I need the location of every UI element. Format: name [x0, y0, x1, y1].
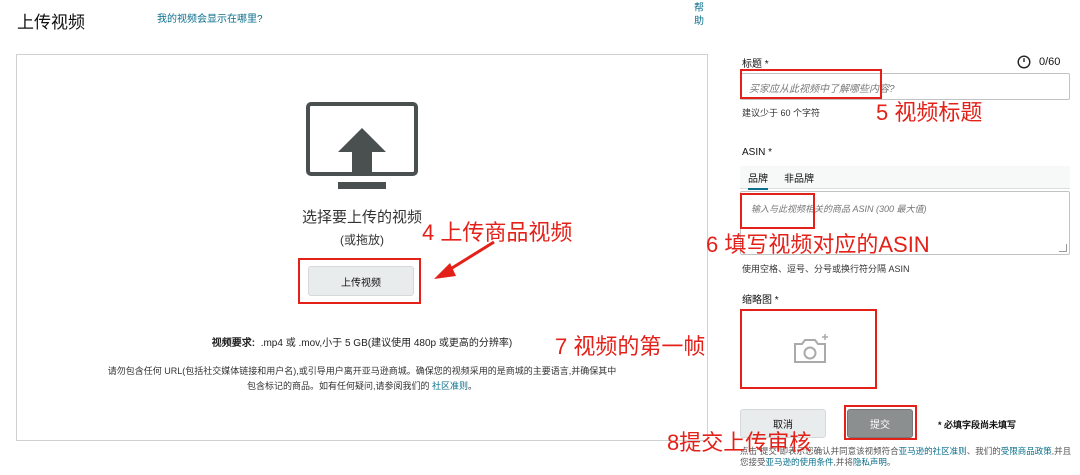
annotation-step-7: 7 视频的第一帧: [555, 334, 706, 359]
title-label: 标题 *: [742, 59, 769, 70]
choose-video-text: 选择要上传的视频: [301, 209, 422, 226]
annotation-box-submit: [844, 405, 917, 440]
required-fields-note: * 必填字段尚未填写: [938, 420, 1017, 430]
drag-drop-text: (或拖放): [340, 233, 384, 247]
restricted-products-link[interactable]: 受限商品政策: [1001, 446, 1052, 456]
annotation-step-4: 4 上传商品视频: [422, 220, 573, 245]
notice-end: 。: [468, 381, 478, 391]
annotation-step-5: 5 视频标题: [876, 100, 983, 125]
annotation-box-asin: [740, 193, 815, 229]
content-notice: 请勿包含任何 URL(包括社交媒体链接和用户名),或引导用户离开亚马逊商城。确保…: [107, 364, 617, 394]
resize-handle-icon[interactable]: [1059, 244, 1067, 252]
video-dropzone[interactable]: 选择要上传的视频 (或拖放) 上传视频 视频要求: .mp4 或 .mov,小于…: [16, 54, 708, 441]
requirements-label: 视频要求:: [211, 338, 256, 349]
tab-non-brand[interactable]: 非品牌: [784, 170, 814, 185]
annotation-box-thumbnail: [740, 309, 877, 389]
privacy-notice-link[interactable]: 隐私声明: [853, 457, 887, 467]
asin-hint: 使用空格、逗号、分号或换行符分隔 ASIN: [742, 264, 910, 274]
upload-video-page: 上传视频 我的视频会显示在哪里? 帮助 选择要上传的视频 (或拖放) 上传视频 …: [0, 0, 1080, 475]
community-guidelines-terms-link[interactable]: 亚马逊的社区准则: [899, 446, 967, 456]
annotation-step-8: 8提交上传审核: [667, 430, 812, 455]
annotation-box-title: [740, 69, 882, 99]
notice-text: 请勿包含任何 URL(包括社交媒体链接和用户名),或引导用户离开亚马逊商城。确保…: [107, 366, 617, 391]
requirements-text: .mp4 或 .mov,小于 5 GB(建议使用 480p 或更高的分辨率): [260, 338, 513, 349]
title-hint: 建议少于 60 个字符: [742, 108, 821, 118]
timer-icon: [1017, 55, 1031, 69]
community-guidelines-link[interactable]: 社区准则: [432, 381, 468, 391]
monitor-upload-icon: [306, 102, 418, 189]
thumbnail-label: 缩略图 *: [742, 295, 779, 306]
annotation-step-6: 6 填写视频对应的ASIN: [706, 232, 930, 257]
title-counter: 0/60: [1017, 55, 1060, 69]
tab-brand[interactable]: 品牌: [748, 170, 768, 190]
terms-text-5: 。: [886, 457, 896, 467]
terms-text-4: ,并将: [833, 457, 853, 467]
title-char-count: 0/60: [1039, 56, 1061, 68]
where-videos-appear-link[interactable]: 我的视频会显示在哪里?: [157, 10, 263, 25]
terms-text-2: 、我们的: [966, 446, 1001, 456]
help-link[interactable]: 帮助: [694, 2, 708, 28]
conditions-of-use-link[interactable]: 亚马逊的使用条件: [766, 457, 834, 467]
page-title: 上传视频: [17, 13, 85, 32]
asin-label: ASIN *: [742, 147, 773, 158]
annotation-box-upload: [298, 258, 421, 304]
asin-tabs: 品牌 非品牌: [740, 166, 1070, 190]
